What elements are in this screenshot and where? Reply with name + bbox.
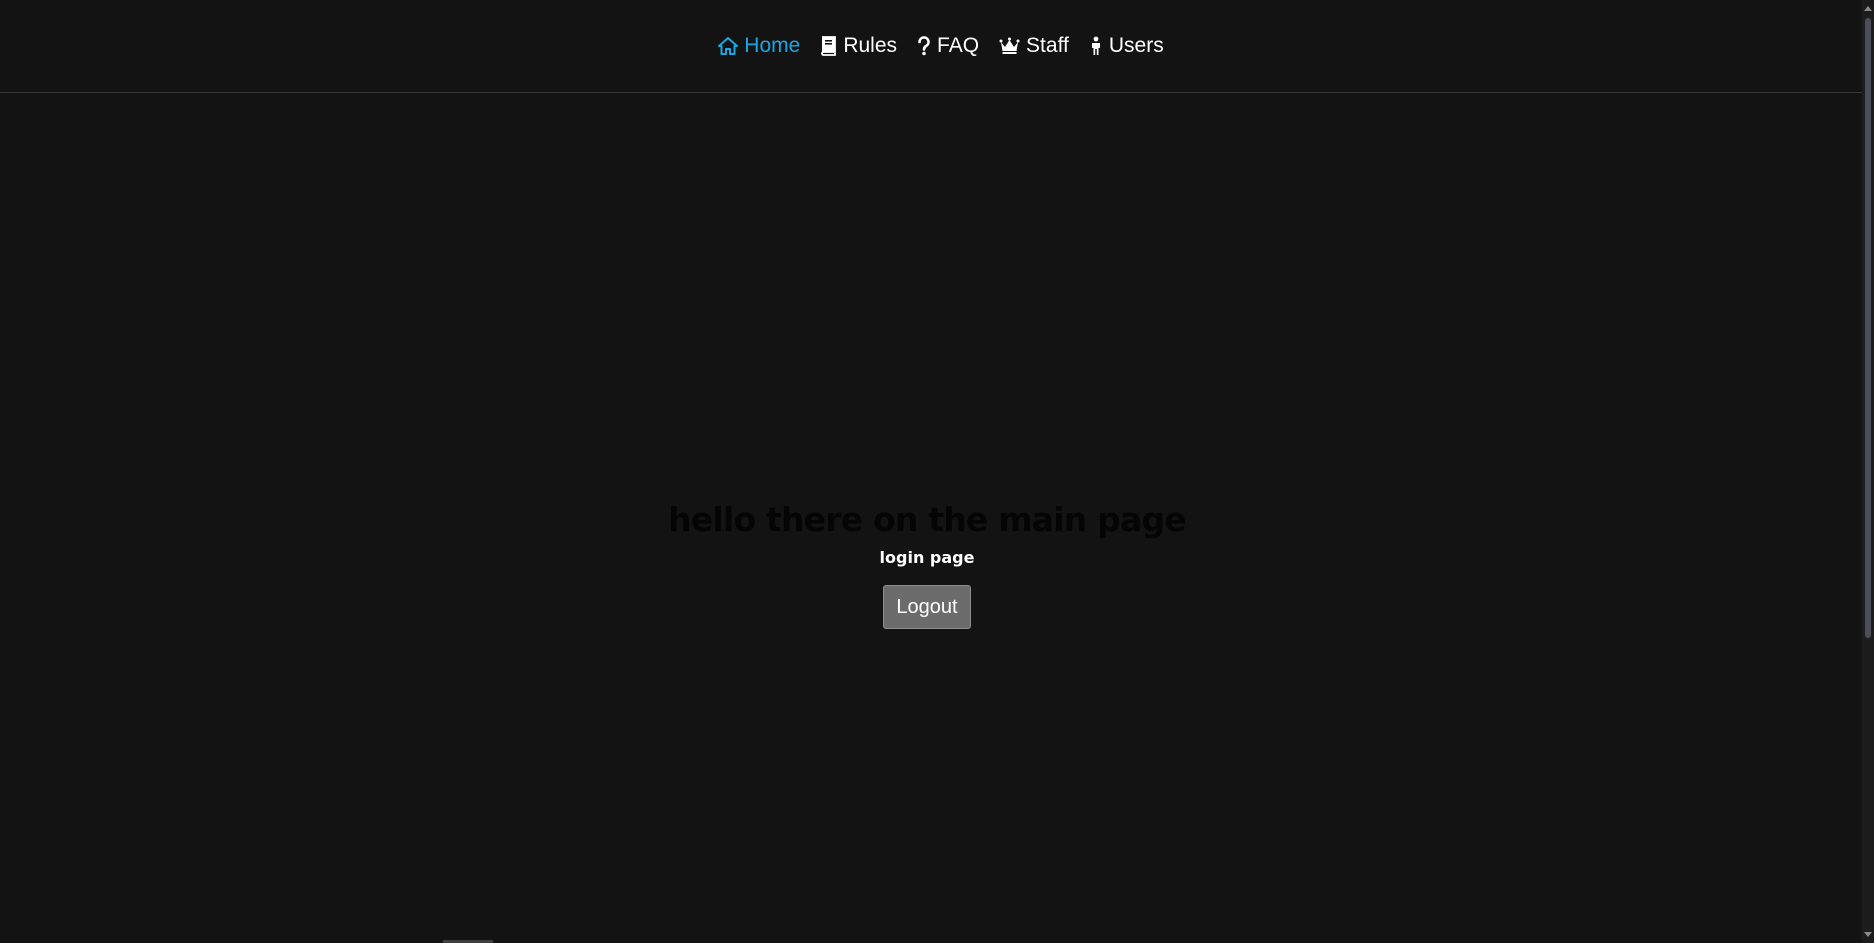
nav-item-users[interactable]: Users <box>1089 26 1164 66</box>
content-area: Home Rules FAQ Staff Users hello there o… <box>0 0 1862 943</box>
top-navbar: Home Rules FAQ Staff Users <box>0 0 1862 93</box>
page-subtitle: login page <box>879 548 975 567</box>
nav-item-staff[interactable]: Staff <box>999 26 1069 66</box>
nav-item-label: Home <box>744 34 801 57</box>
nav-item-rules[interactable]: Rules <box>820 26 897 66</box>
vertical-scrollbar[interactable] <box>1862 0 1874 943</box>
nav-item-label: FAQ <box>937 34 980 57</box>
crown-icon <box>999 37 1020 55</box>
scroll-down-icon[interactable] <box>1864 932 1872 937</box>
page: Home Rules FAQ Staff Users hello there o… <box>0 0 1874 943</box>
scrollbar-thumb[interactable] <box>1865 18 1871 638</box>
nav-item-label: Users <box>1108 34 1164 57</box>
home-icon <box>718 37 739 55</box>
scroll-up-icon[interactable] <box>1864 6 1872 11</box>
page-title: hello there on the main page <box>668 500 1186 539</box>
book-icon <box>820 36 837 56</box>
person-icon <box>1089 36 1103 56</box>
nav-item-label: Staff <box>1026 34 1069 57</box>
nav-item-faq[interactable]: FAQ <box>917 26 979 66</box>
main-content: hello there on the main page login page … <box>0 493 1854 629</box>
nav-list: Home Rules FAQ Staff Users <box>718 26 1164 66</box>
nav-item-label: Rules <box>843 34 898 57</box>
logout-button[interactable]: Logout <box>883 585 971 629</box>
question-icon <box>917 36 931 56</box>
nav-item-home[interactable]: Home <box>718 26 800 66</box>
